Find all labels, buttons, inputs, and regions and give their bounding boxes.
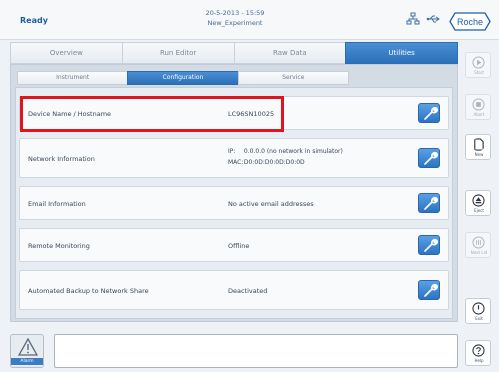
wrench-icon <box>424 283 438 297</box>
wrench-icon <box>424 196 438 210</box>
sub-tabs: Instrument Configuration Service <box>17 71 349 85</box>
tab-utilities[interactable]: Utilities <box>345 42 458 64</box>
experiment-name: New_Experiment <box>207 19 263 27</box>
status-text: Ready <box>20 16 48 25</box>
eject-icon <box>472 194 485 207</box>
new-button[interactable]: New <box>465 134 491 160</box>
tab-overview[interactable]: Overview <box>10 42 122 64</box>
remote-monitoring-edit-button[interactable] <box>418 235 440 255</box>
header-bar: Ready 20-5-2013 - 15:59 New_Experiment R… <box>0 0 499 40</box>
date-time: 20-5-2013 - 15:59 New_Experiment <box>170 8 300 28</box>
new-label: New <box>474 152 484 157</box>
network-icon <box>406 12 420 25</box>
network-ip-line: IP: 0.0.0.0 (no network in simulator) <box>228 147 343 157</box>
start-button[interactable]: Start <box>465 52 491 78</box>
backup-edit-button[interactable] <box>418 280 440 300</box>
remote-monitoring-value: Offline <box>228 242 250 250</box>
exit-label: Exit <box>475 316 483 321</box>
backup-value: Deactivated <box>228 287 268 295</box>
email-edit-button[interactable] <box>418 193 440 213</box>
document-icon <box>474 138 484 151</box>
help-icon <box>472 344 485 357</box>
help-button[interactable]: Help <box>465 340 491 366</box>
roche-logo-text: Roche <box>457 17 483 27</box>
email-info-row: Email Information No active email addres… <box>19 186 449 220</box>
lid-icon <box>472 236 485 249</box>
device-name-edit-button[interactable] <box>418 103 440 123</box>
roche-logo: Roche <box>449 12 491 31</box>
backup-label: Automated Backup to Network Share <box>28 287 149 295</box>
power-icon <box>472 302 485 315</box>
mac-value: D0:0D:D0:0D:D0:0D <box>243 159 305 166</box>
date-time-value: 20-5-2013 - 15:59 <box>205 9 265 17</box>
email-info-value: No active email addresses <box>228 200 314 208</box>
start-label: Start <box>474 70 484 75</box>
email-info-label: Email Information <box>28 200 86 208</box>
alarm-label: Alarm <box>11 358 43 365</box>
utilities-panel: Instrument Configuration Service Device … <box>10 64 458 322</box>
abort-button[interactable]: Abort <box>465 94 491 120</box>
backup-row: Automated Backup to Network Share Deacti… <box>19 270 449 310</box>
usb-icon <box>426 15 440 23</box>
tab-run-editor[interactable]: Run Editor <box>121 42 234 64</box>
ip-key: IP: <box>228 148 236 155</box>
play-icon <box>472 56 485 69</box>
help-label: Help <box>474 358 484 363</box>
device-name-label: Device Name / Hostname <box>28 110 112 118</box>
subtab-service[interactable]: Service <box>237 71 349 85</box>
subtab-instrument[interactable]: Instrument <box>17 71 128 85</box>
next-lid-label: Next Lid <box>470 250 488 255</box>
abort-label: Abort <box>473 112 485 117</box>
warning-icon <box>18 338 38 356</box>
device-name-value: LC96SN10025 <box>228 110 275 118</box>
tab-raw-data[interactable]: Raw Data <box>233 42 346 64</box>
wrench-icon <box>424 106 438 120</box>
wrench-icon <box>424 238 438 252</box>
main-tabs: Overview Run Editor Raw Data Utilities <box>10 42 458 64</box>
network-edit-button[interactable] <box>418 148 440 168</box>
remote-monitoring-row: Remote Monitoring Offline <box>19 228 449 262</box>
device-name-row: Device Name / Hostname LC96SN10025 <box>19 96 449 130</box>
configuration-list: Device Name / Hostname LC96SN10025 Netwo… <box>15 87 453 319</box>
network-mac-line: MAC: D0:0D:D0:0D:D0:0D <box>228 158 305 168</box>
network-info-row: Network Information IP: 0.0.0.0 (no netw… <box>19 138 449 178</box>
stop-icon <box>472 98 485 111</box>
next-lid-button[interactable]: Next Lid <box>465 232 491 258</box>
wrench-icon <box>424 151 438 165</box>
subtab-configuration[interactable]: Configuration <box>127 71 238 85</box>
exit-button[interactable]: Exit <box>465 298 491 324</box>
ip-value: 0.0.0.0 (no network in simulator) <box>243 148 343 155</box>
message-area <box>54 334 458 368</box>
alarm-button[interactable]: Alarm <box>10 334 44 368</box>
network-info-label: Network Information <box>28 155 95 163</box>
remote-monitoring-label: Remote Monitoring <box>28 242 90 250</box>
eject-label: Eject <box>474 208 484 213</box>
mac-key: MAC: <box>228 159 244 166</box>
eject-button[interactable]: Eject <box>465 190 491 216</box>
